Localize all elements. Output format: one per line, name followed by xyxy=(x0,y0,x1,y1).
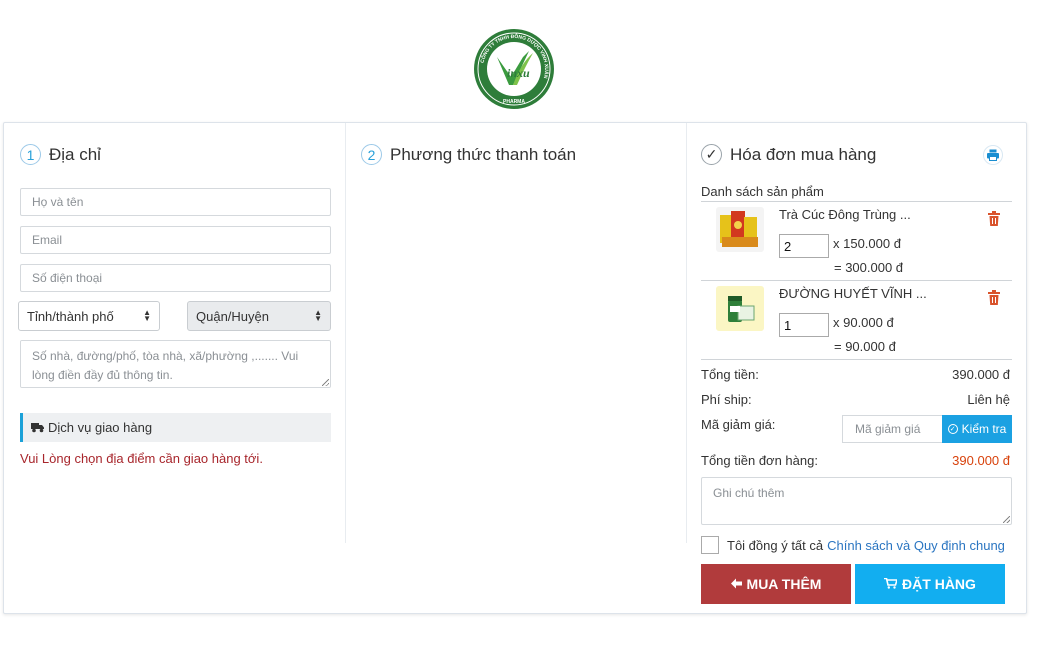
terms-agreement: Tôi đồng ý tất cả Chính sách và Quy định… xyxy=(701,536,1005,554)
province-select[interactable]: Tỉnh/thành phố ▲ ▼ xyxy=(18,301,160,331)
invoice-header: ✓ Hóa đơn mua hàng xyxy=(701,144,876,165)
province-select-value: Tỉnh/thành phố xyxy=(27,308,114,324)
truck-icon xyxy=(31,423,44,433)
street-address-textarea[interactable] xyxy=(20,340,331,388)
shipping-fee-label: Phí ship: xyxy=(701,392,752,407)
invoice-title: Hóa đơn mua hàng xyxy=(730,144,877,164)
total-value: 390.000 đ xyxy=(952,367,1010,382)
line-subtotal: = 90.000 đ xyxy=(834,339,896,354)
divider xyxy=(701,201,1012,202)
shipping-service-title: Dịch vụ giao hàng xyxy=(48,420,153,435)
divider xyxy=(701,359,1012,360)
line-subtotal: = 300.000 đ xyxy=(834,260,904,275)
terms-link[interactable]: Chính sách và Quy định chung xyxy=(827,538,1005,553)
address-header: 1 Địa chỉ xyxy=(20,144,101,165)
order-note-textarea[interactable] xyxy=(701,477,1012,525)
place-order-button[interactable]: ĐẶT HÀNG xyxy=(855,564,1005,604)
unit-price: x 150.000 đ xyxy=(833,236,901,251)
payment-title: Phương thức thanh toán xyxy=(390,144,577,164)
product-thumbnail-tea xyxy=(716,207,764,252)
product-list-label: Danh sách sản phẩm xyxy=(701,184,824,199)
step-number-1: 1 xyxy=(20,144,41,165)
terms-text: Tôi đồng ý tất cả xyxy=(727,537,824,553)
quantity-input[interactable] xyxy=(779,234,829,258)
coupon-label: Mã giảm giá: xyxy=(701,417,776,432)
product-name: Trà Cúc Đông Trùng ... xyxy=(779,207,911,222)
order-total-label: Tổng tiền đơn hàng: xyxy=(701,453,818,468)
continue-shopping-button[interactable]: MUA THÊM xyxy=(701,564,851,604)
divider xyxy=(701,280,1012,281)
check-coupon-button[interactable]: ✓ Kiểm tra xyxy=(942,415,1012,443)
fullname-input[interactable] xyxy=(20,188,331,216)
shipping-service-bar: Dịch vụ giao hàng xyxy=(20,413,331,442)
checkmark-icon: ✓ xyxy=(701,144,722,165)
trash-icon[interactable] xyxy=(988,290,1000,305)
print-icon[interactable] xyxy=(983,145,1003,165)
column-divider-1 xyxy=(345,123,346,543)
check-coupon-label: Kiểm tra xyxy=(961,422,1007,436)
arrow-left-icon xyxy=(730,576,742,592)
terms-checkbox[interactable] xyxy=(701,536,719,554)
resize-grip-icon[interactable] xyxy=(322,379,329,386)
trash-icon[interactable] xyxy=(988,211,1000,226)
product-name: ĐƯỜNG HUYẾT VĨNH ... xyxy=(779,286,927,301)
cart-icon xyxy=(884,576,899,592)
continue-shopping-label: MUA THÊM xyxy=(746,576,822,592)
coupon-input[interactable] xyxy=(842,415,943,443)
column-divider-2 xyxy=(686,123,687,543)
checkout-card: 1 Địa chỉ Tỉnh/thành phố ▲▼ Quận/Huyện ▲… xyxy=(3,122,1027,614)
company-logo: CÔNG TY TNHH ĐÔNG DƯỢC VINH XUÂN inxu PH… xyxy=(474,29,554,109)
order-total-value: 390.000 đ xyxy=(952,453,1010,468)
street-textarea-wrap xyxy=(20,340,331,388)
select-arrows-icon: ▲ ▼ xyxy=(143,308,151,323)
shipping-warning: Vui Lòng chọn địa điểm cần giao hàng tới… xyxy=(20,451,263,466)
select-arrows-icon: ▲ ▼ xyxy=(314,308,322,323)
address-title: Địa chỉ xyxy=(49,144,101,164)
district-select-value: Quận/Huyện xyxy=(196,308,269,324)
quantity-input[interactable] xyxy=(779,313,829,337)
email-input[interactable] xyxy=(20,226,331,254)
unit-price: x 90.000 đ xyxy=(833,315,894,330)
phone-input[interactable] xyxy=(20,264,331,292)
step-number-2: 2 xyxy=(361,144,382,165)
logo-brand-text: inxu xyxy=(507,66,530,80)
place-order-label: ĐẶT HÀNG xyxy=(902,576,976,592)
check-circle-icon: ✓ xyxy=(947,424,958,434)
resize-grip-icon[interactable] xyxy=(1003,516,1010,523)
district-select[interactable]: Quận/Huyện ▲ ▼ xyxy=(187,301,331,331)
total-label: Tổng tiền: xyxy=(701,367,759,382)
payment-header: 2 Phương thức thanh toán xyxy=(361,144,576,165)
note-textarea-wrap xyxy=(701,477,1012,525)
shipping-fee-value: Liên hệ xyxy=(967,392,1010,407)
product-thumbnail-supplement xyxy=(716,286,764,331)
logo-sub-text: PHARMA xyxy=(503,99,525,105)
